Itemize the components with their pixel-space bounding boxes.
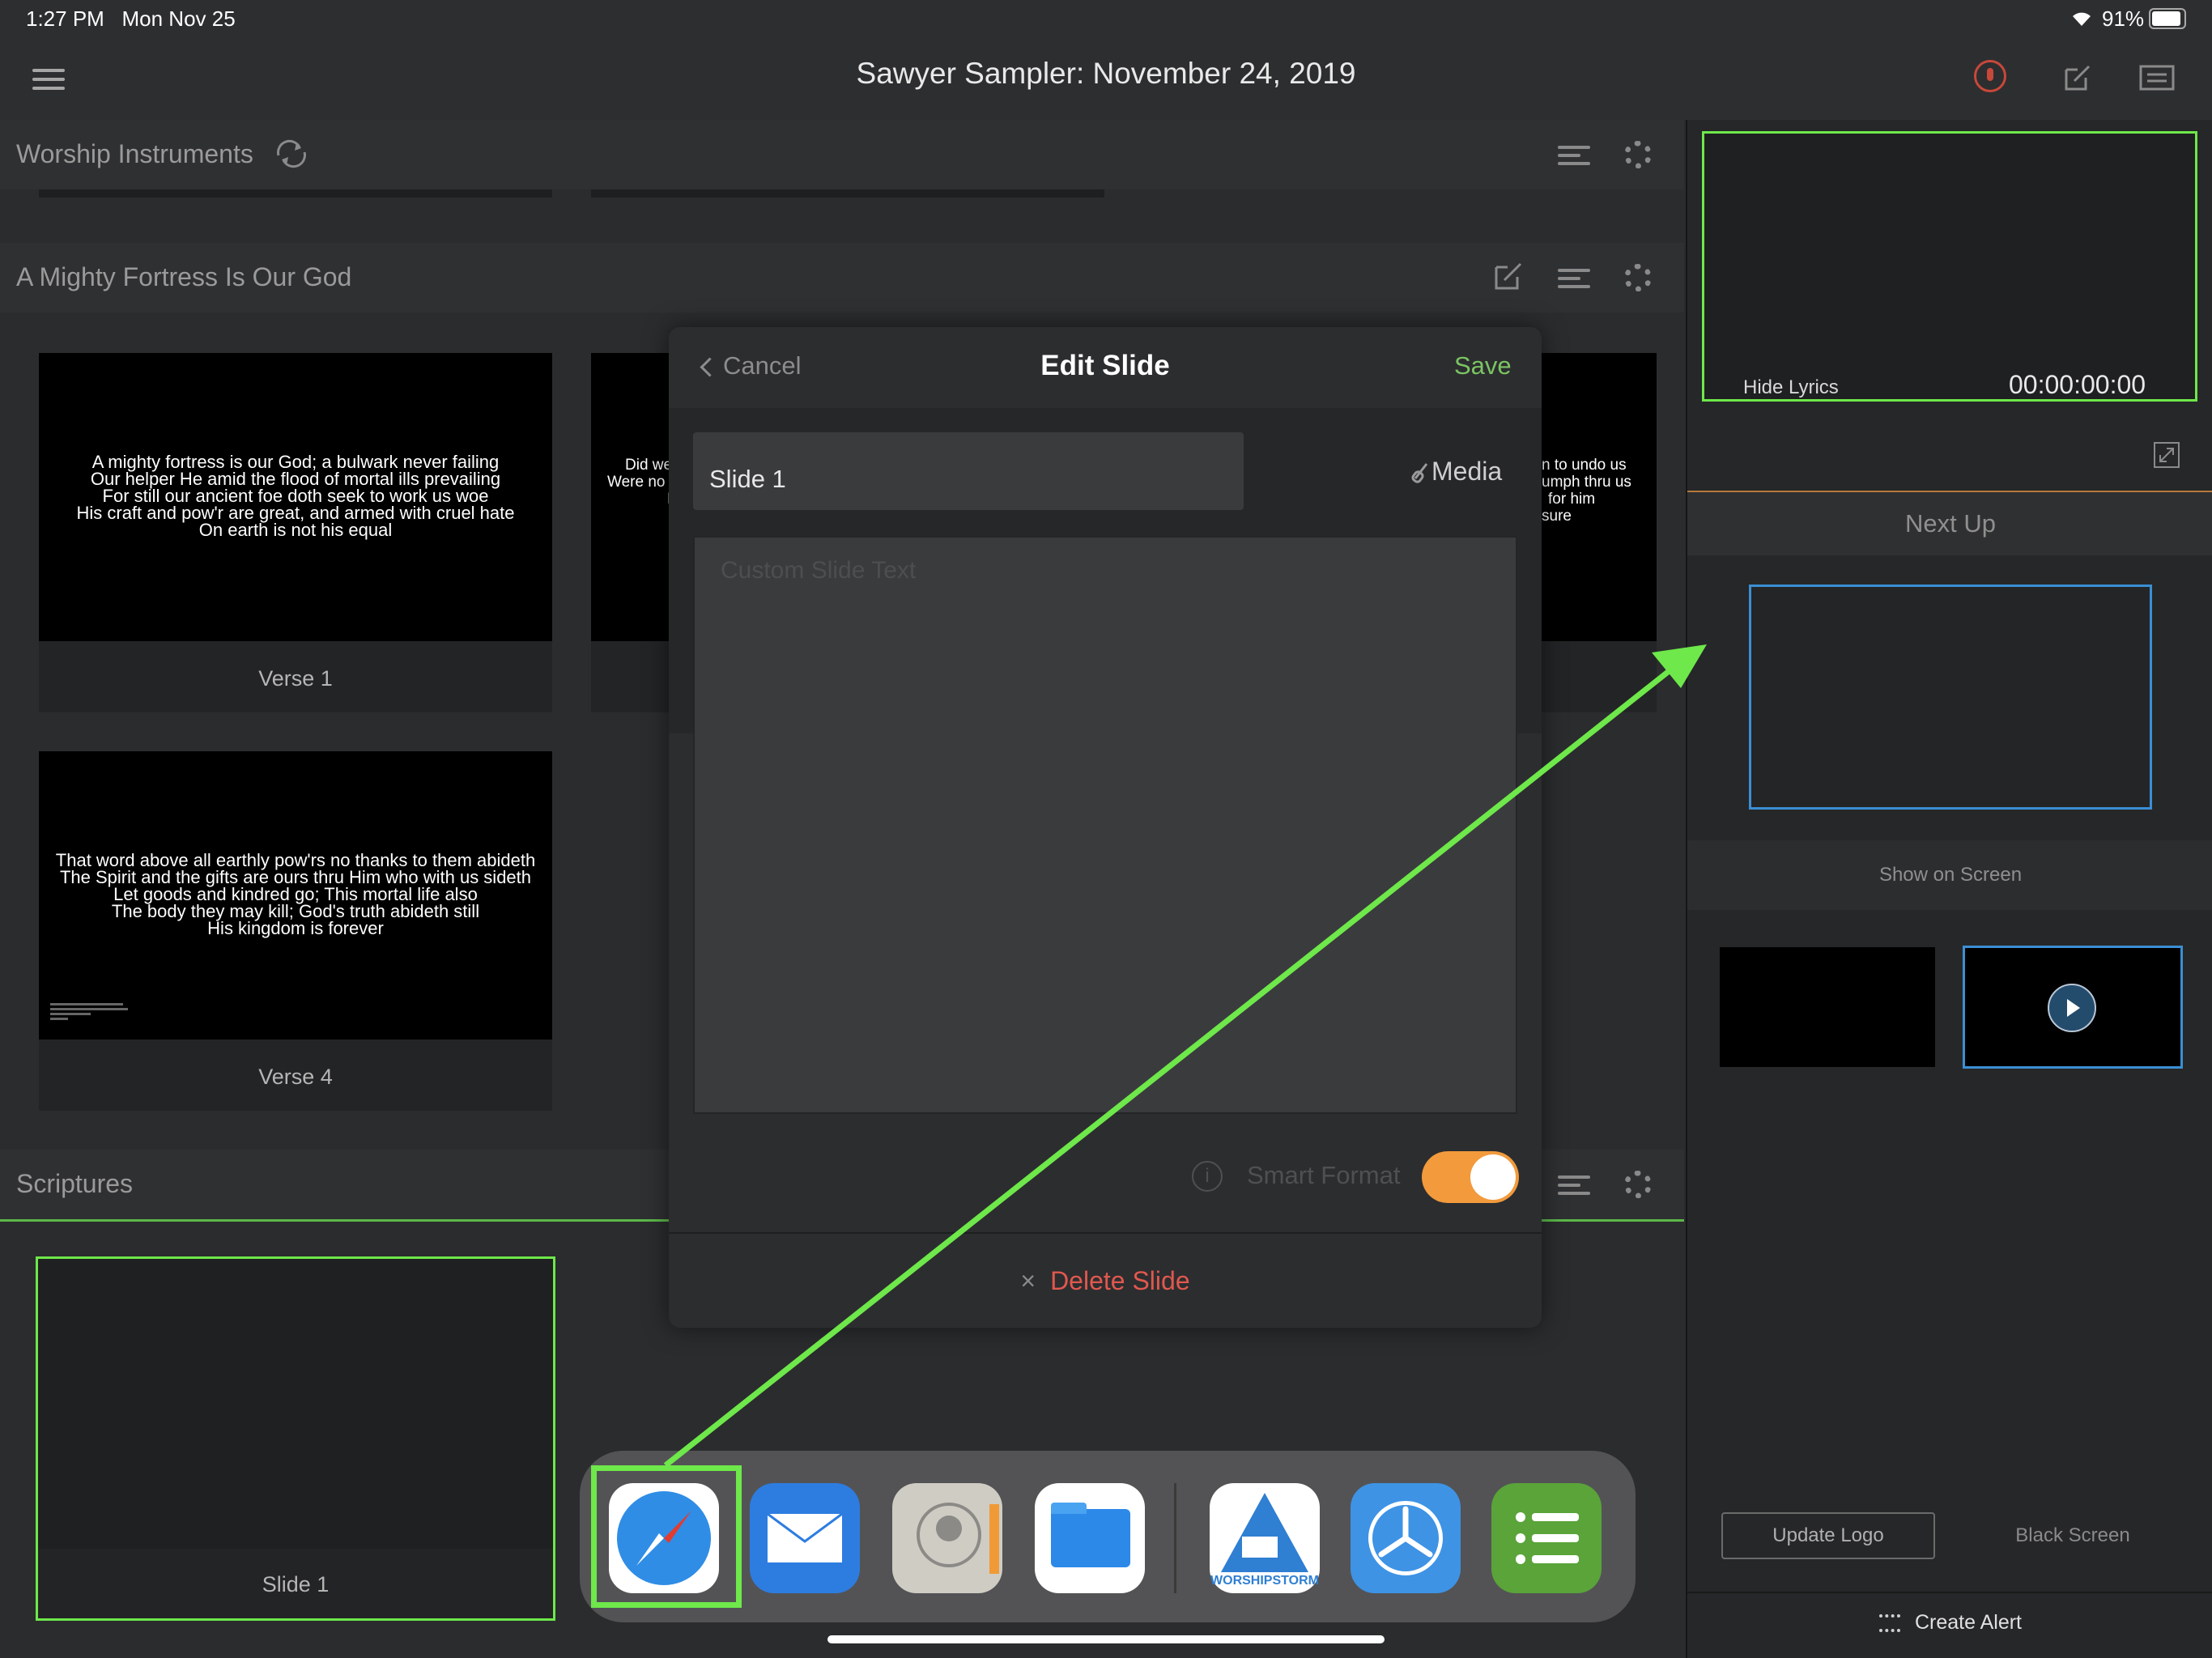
wifi-icon [2073,12,2091,26]
microphone-icon[interactable] [1974,60,2006,92]
page-title: Sawyer Sampler: November 24, 2019 [856,57,1356,90]
black-screen-thumbnail[interactable] [1720,947,1935,1067]
home-indicator[interactable] [827,1635,1385,1643]
output-pane: Hide Lyrics 00:00:00:00 Next Up Show on … [1686,120,2212,1658]
slide-name-value: Slide 1 [709,465,786,493]
section-title: A Mighty Fortress Is Our God [16,262,352,291]
slide-thumbnail: That word above all earthly pow'rs no th… [39,751,552,1039]
section-header-worship-instruments[interactable]: Worship Instruments [0,120,1684,189]
mail-icon[interactable] [750,1483,860,1593]
lyric-line: n to undo us [1542,457,1627,474]
close-icon: × [1020,1266,1036,1295]
create-alert-button[interactable]: Create Alert [1687,1593,2212,1658]
files-icon[interactable] [1035,1483,1145,1593]
contacts-icon[interactable] [892,1483,1002,1593]
section-title: Worship Instruments [16,139,253,168]
custom-slide-text-area[interactable]: Custom Slide Text [693,536,1517,1114]
numbers-icon[interactable] [1491,1483,1602,1593]
create-alert-label: Create Alert [1914,1611,2022,1634]
delete-label: Delete Slide [1050,1266,1190,1295]
next-up-header: Next Up [1687,492,2212,555]
gear-icon[interactable] [1624,1171,1652,1198]
cancel-label: Cancel [723,351,802,380]
list-icon[interactable] [1558,1171,1590,1200]
cancel-button[interactable]: Cancel [700,351,802,380]
save-button[interactable]: Save [1454,351,1512,380]
play-icon[interactable] [2048,984,2096,1032]
slide-thumbnail: n to undo us umph thru us for him sure [1542,353,1657,641]
lyric-line: For still our ancient foe doth seek to w… [102,486,489,506]
hide-lyrics-button[interactable]: Hide Lyrics [1743,376,1839,399]
gear-icon[interactable] [1624,264,1652,291]
toggle-knob [1470,1154,1516,1200]
link-icon [1411,463,1428,483]
slide-name-field[interactable]: Slide 1 [693,432,1244,510]
smart-format-toggle[interactable] [1422,1151,1519,1203]
edit-slide-dialog: Cancel Edit Slide Save Slide 1 Media Cus… [669,327,1542,1328]
lyric-line: umph thru us [1542,474,1631,491]
slide-label: Verse 4 [258,1065,333,1089]
fullscreen-icon[interactable] [2152,440,2181,470]
slide-label: Verse 1 [258,666,333,691]
lyric-line: Our helper He amid the flood of mortal i… [90,469,501,489]
update-logo-button[interactable]: Update Logo [1721,1512,1935,1559]
next-up-preview[interactable] [1749,585,2152,810]
gear-icon[interactable] [1624,141,1652,168]
status-time: 1:27 PM Mon Nov 25 [26,6,236,31]
slide-thumbnail [38,1259,553,1549]
media-button[interactable]: Media [1410,457,1502,487]
media-label: Media [1431,457,1503,486]
text-placeholder: Custom Slide Text [721,557,917,584]
presentation-icon[interactable] [2138,62,2176,94]
dialog-header: Cancel Edit Slide Save [669,327,1542,408]
slide-thumbnail: A mighty fortress is our God; a bulwark … [39,353,552,641]
sync-icon[interactable] [274,139,309,168]
info-icon[interactable]: i [1192,1161,1223,1192]
dock-separator [1174,1483,1176,1593]
lyric-line: Let goods and kindred go; This mortal li… [113,884,478,904]
slide-label: Slide 1 [262,1572,330,1596]
divider [669,1232,1542,1234]
battery-icon [2149,8,2186,29]
keyboard-icon [1878,1614,1900,1633]
lyric-line: sure [1542,508,1572,525]
lyric-line: On earth is not his equal [198,520,393,540]
worshipstorm-label: WORSHIPSTORM [1210,1574,1319,1588]
slide-card-verse-4[interactable]: That word above all earthly pow'rs no th… [39,751,552,1111]
lyric-line: The body they may kill; God's truth abid… [111,901,480,921]
black-screen-button[interactable]: Black Screen [1963,1512,2183,1559]
battery-percent: 91% [2102,6,2145,31]
list-icon[interactable] [1558,141,1590,170]
section-title: Scriptures [16,1169,134,1198]
lyric-line: for him [1548,491,1596,508]
video-thumbnail[interactable] [1963,946,2183,1069]
list-icon[interactable] [1558,264,1590,293]
slide-card-verse-1[interactable]: A mighty fortress is our God; a bulwark … [39,353,552,712]
edit-icon[interactable] [1493,261,1525,293]
live-preview[interactable]: Hide Lyrics 00:00:00:00 [1702,131,2197,402]
worshipstorm-icon[interactable]: WORSHIPSTORM [1210,1483,1320,1593]
section-header-mighty-fortress[interactable]: A Mighty Fortress Is Our God [0,243,1684,312]
copyright-text [50,1001,128,1022]
chevron-left-icon [700,357,720,377]
slide-card-partial[interactable]: n to undo us umph thru us for him sure [1542,353,1657,712]
lyric-line: The Spirit and the gifts are ours thru H… [59,867,532,887]
lyric-line: A mighty fortress is our God; a bulwark … [91,452,500,472]
testflight-icon[interactable] [1351,1483,1461,1593]
timecode: 00:00:00:00 [2009,370,2146,399]
show-on-screen-label[interactable]: Show on Screen [1687,840,2212,910]
collapsed-slide-strip [591,189,1104,198]
edit-icon[interactable] [2063,63,2092,92]
safari-highlight-box [591,1465,742,1608]
lyric-line: His craft and pow'r are great, and armed… [76,503,515,523]
status-bar: 1:27 PM Mon Nov 25 91% [0,0,2212,39]
slide-card-scripture-1[interactable]: Slide 1 [36,1256,555,1621]
collapsed-slide-strip [39,189,552,198]
lyric-line: That word above all earthly pow'rs no th… [55,850,536,870]
delete-slide-button[interactable]: × Delete Slide [669,1266,1542,1296]
lyric-line: His kingdom is forever [207,918,384,938]
smart-format-label: Smart Format [1247,1161,1401,1189]
